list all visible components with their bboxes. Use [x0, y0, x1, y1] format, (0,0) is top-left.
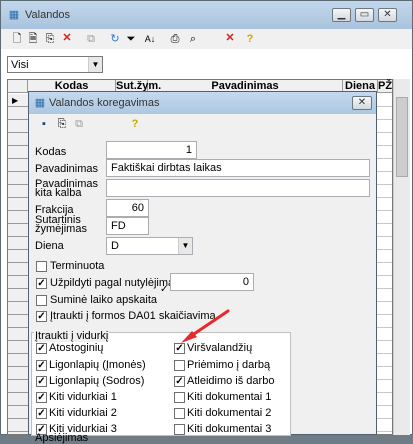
- priemimo-checkbox[interactable]: [174, 360, 185, 371]
- priemimo-label: Priėmimo į darbą: [187, 359, 271, 371]
- kiti-dokumentai-1-checkbox[interactable]: [174, 392, 185, 403]
- row-indicator-column: ▶: [8, 94, 28, 434]
- dialog-title: Valandos koregavimas: [49, 97, 160, 109]
- chevron-down-icon: ▼: [88, 57, 102, 72]
- diena-select[interactable]: D ▼: [106, 237, 193, 255]
- edit-dialog: ▦ Valandos koregavimas ✕ ▪ ⎘ ⧉ ? Kodas 1…: [28, 91, 377, 444]
- print-icon[interactable]: ⎙: [169, 33, 181, 45]
- filter-icon[interactable]: ⏷: [125, 33, 137, 45]
- find-icon[interactable]: ⌕: [187, 33, 199, 45]
- sutartinis-field[interactable]: FD: [106, 217, 149, 235]
- maximize-button[interactable]: ▭: [355, 8, 374, 22]
- uzpildyti-value-field[interactable]: 0: [170, 273, 254, 291]
- check-mark-icon: ✓: [160, 284, 169, 295]
- delete-icon[interactable]: ✕: [61, 32, 73, 44]
- kiti-vidurkiai-1-label: Kiti vidurkiai 1: [49, 391, 117, 403]
- copy-icon[interactable]: ⧉: [85, 33, 97, 45]
- kiti-dokumentai-3-label: Kiti dokumentai 3: [187, 423, 272, 435]
- app-icon: ▦: [8, 9, 20, 21]
- column-header-pz[interactable]: PŽ: [378, 80, 392, 93]
- atostoginiu-label: Atostoginių: [49, 342, 104, 354]
- uzpildyti-checkbox[interactable]: ✓: [36, 278, 47, 289]
- kiti-dokumentai-3-checkbox[interactable]: [174, 424, 185, 435]
- clear-filter-icon[interactable]: ✕: [224, 32, 236, 44]
- diena-value: D: [111, 240, 119, 252]
- kiti-vidurkiai-2-label: Kiti vidurkiai 2: [49, 407, 117, 419]
- ligonlapiu-sodros-checkbox[interactable]: ✓: [36, 376, 47, 387]
- kiti-dokumentai-2-checkbox[interactable]: [174, 408, 185, 419]
- atleidimo-checkbox[interactable]: ✓: [174, 376, 185, 387]
- dialog-app-icon: ▦: [34, 97, 46, 109]
- sumine-checkbox[interactable]: [36, 295, 47, 306]
- terminuota-label: Terminuota: [50, 260, 105, 272]
- pavadinimas-label: Pavadinimas: [35, 163, 98, 175]
- help-icon[interactable]: ?: [244, 33, 256, 45]
- edit-form-icon[interactable]: ⎘: [44, 33, 56, 45]
- kita-kalba-field[interactable]: [106, 179, 370, 197]
- kiti-vidurkiai-1-checkbox[interactable]: ✓: [36, 392, 47, 403]
- save-icon[interactable]: ▪: [38, 118, 50, 130]
- refresh-icon[interactable]: ↻: [109, 33, 121, 45]
- atostoginiu-checkbox[interactable]: ✓: [36, 343, 47, 354]
- chevron-down-icon: ▼: [178, 238, 192, 254]
- filter-value: Visi: [11, 59, 29, 71]
- dialog-close-button[interactable]: ✕: [352, 96, 372, 110]
- vertical-scrollbar[interactable]: [393, 79, 410, 435]
- minimize-button[interactable]: ▁: [332, 8, 351, 22]
- ligonlapiu-imones-label: Ligonlapių (Įmonės): [49, 359, 146, 371]
- copy-icon[interactable]: ⧉: [73, 118, 85, 130]
- kiti-dokumentai-2-label: Kiti dokumentai 2: [187, 407, 272, 419]
- atleidimo-label: Atleidimo iš darbo: [187, 375, 275, 387]
- main-toolbar: 🗋 🗎 ⎘ ✕ ⧉ ↻ ⏷ A↓ ⎙ ⌕ ✕ ?: [1, 29, 412, 49]
- sutartinis-label-line2: žymėjimas: [35, 223, 87, 235]
- frakcija-field[interactable]: 60: [106, 199, 149, 217]
- sumine-label: Suminė laiko apskaita: [50, 294, 158, 306]
- terminuota-checkbox[interactable]: [36, 261, 47, 272]
- kiti-dokumentai-1-label: Kiti dokumentai 1: [187, 391, 272, 403]
- current-row-icon: ▶: [12, 96, 19, 105]
- dialog-toolbar: ▪ ⎘ ⧉ ?: [29, 114, 376, 134]
- column-header-indicator: [8, 80, 28, 93]
- main-titlebar: ▦ Valandos ▁ ▭ ✕: [1, 1, 412, 29]
- edit-document-icon[interactable]: 🗎: [27, 33, 39, 45]
- itraukti-da01-label: Įtraukti į formos DA01 skaičiavimą: [50, 310, 216, 322]
- dialog-titlebar: ▦ Valandos koregavimas ✕: [29, 92, 376, 114]
- virsvalandziu-checkbox[interactable]: ✓: [174, 343, 185, 354]
- kodas-label: Kodas: [35, 146, 67, 158]
- help-icon[interactable]: ?: [129, 118, 141, 130]
- close-button[interactable]: ✕: [378, 8, 397, 22]
- uzpildyti-label: Užpildyti pagal nutylėjimą: [50, 277, 175, 289]
- virsvalandziu-label: Viršvalandžių: [187, 342, 253, 354]
- ligonlapiu-imones-checkbox[interactable]: ✓: [36, 360, 47, 371]
- ligonlapiu-sodros-label: Ligonlapių (Sodros): [49, 375, 145, 387]
- main-title: Valandos: [25, 9, 71, 21]
- sort-icon[interactable]: A↓: [144, 33, 156, 45]
- itraukti-da01-checkbox[interactable]: ✓: [36, 311, 47, 322]
- filter-select[interactable]: Visi ▼: [7, 56, 103, 73]
- new-document-icon[interactable]: 🗋: [11, 33, 23, 45]
- kita-kalba-label-line2: kita kalba: [35, 187, 82, 199]
- pavadinimas-field[interactable]: Faktiškai dirbtas laikas: [106, 159, 370, 177]
- scrollbar-thumb[interactable]: [396, 97, 408, 177]
- kodas-field[interactable]: 1: [106, 141, 197, 159]
- vidurkis-group-title: Įtraukti į vidurkį: [34, 330, 110, 342]
- vidurkis-group: Įtraukti į vidurkį ✓ Atostoginių ✓ Ligon…: [31, 330, 291, 436]
- save-copy-icon[interactable]: ⎘: [56, 118, 68, 130]
- kiti-vidurkiai-2-checkbox[interactable]: ✓: [36, 408, 47, 419]
- diena-label: Diena: [35, 240, 64, 252]
